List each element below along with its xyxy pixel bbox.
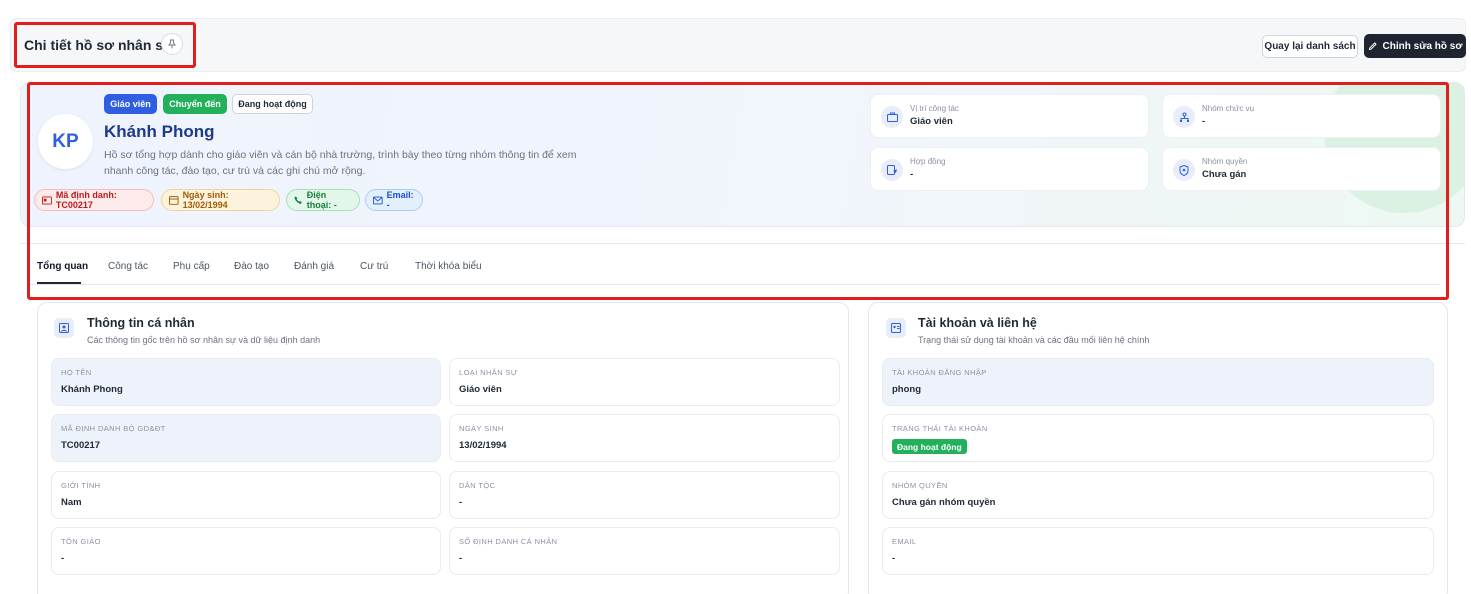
info-position-group-label: Nhóm chức vụ [1202, 104, 1255, 113]
info-contract: Hợp đồng - [870, 147, 1149, 191]
page-header [10, 18, 1466, 72]
chip-dob-label: Ngày sinh: 13/02/1994 [182, 190, 229, 210]
field-value: TC00217 [61, 440, 101, 451]
field-label: Tài khoản đăng nhập [892, 368, 987, 377]
field-label: Tôn giáo [61, 537, 101, 546]
field-label: Ngày sinh [459, 424, 504, 433]
briefcase-icon [881, 106, 903, 128]
badge-role: Giáo viên [104, 94, 157, 114]
profile-description: Hồ sơ tổng hợp dành cho giáo viên và cán… [104, 149, 577, 177]
info-permission-group-value: Chưa gán [1202, 169, 1247, 180]
pin-button[interactable] [161, 33, 183, 55]
tab-overview[interactable]: Tổng quan [37, 261, 88, 272]
personal-info-subtitle: Các thông tin gốc trên hồ sơ nhân sự và … [87, 335, 321, 345]
field-value: Chưa gán nhóm quyền [892, 497, 996, 508]
avatar: KP [38, 114, 93, 169]
chip-dob: Ngày sinh: 13/02/1994 [161, 189, 280, 211]
field-label: Mã định danh Bộ GD&ĐT [61, 424, 166, 433]
field-value: Giáo viên [459, 384, 502, 395]
field-religion: Tôn giáo - [51, 527, 441, 575]
field-value: - [459, 553, 463, 564]
tab-timetable[interactable]: Thời khóa biểu [415, 261, 482, 272]
field-gender: Giới tính Nam [51, 471, 441, 519]
field-permission-group: Nhóm quyền Chưa gán nhóm quyền [882, 471, 1434, 519]
account-status-badge: Đang hoạt động [892, 439, 967, 454]
field-label: Số định danh cá nhân [459, 537, 558, 546]
field-staff-type: Loại nhân sự Giáo viên [449, 358, 840, 406]
edit-profile-button[interactable]: Chỉnh sửa hồ sơ [1364, 34, 1466, 58]
info-position-group: Nhóm chức vụ - [1162, 94, 1441, 138]
calendar-icon [169, 196, 179, 205]
info-position: Vị trí công tác Giáo viên [870, 94, 1149, 138]
field-value: 13/02/1994 [459, 440, 507, 451]
page: Chi tiết hồ sơ nhân sự Quay lại danh sác… [0, 0, 1471, 594]
field-personal-id: Số định danh cá nhân - [449, 527, 840, 575]
info-position-group-value: - [1202, 116, 1206, 127]
id-card-icon [42, 195, 52, 205]
phone-icon [294, 196, 302, 204]
info-position-label: Vị trí công tác [910, 104, 959, 113]
pencil-icon [1368, 42, 1377, 51]
field-full-name: Họ tên Khánh Phong [51, 358, 441, 406]
tab-training[interactable]: Đào tạo [234, 261, 269, 272]
field-label: Email [892, 537, 917, 546]
field-value: phong [892, 384, 922, 395]
field-value: - [459, 497, 463, 508]
field-label: Loại nhân sự [459, 368, 518, 377]
field-label: Trạng thái tài khoản [892, 424, 988, 433]
field-account-status: Trạng thái tài khoản Đang hoạt động [882, 414, 1434, 462]
chip-phone: Điện thoại: - [286, 189, 360, 211]
field-ministry-id: Mã định danh Bộ GD&ĐT TC00217 [51, 414, 441, 462]
edit-profile-label: Chỉnh sửa hồ sơ [1382, 40, 1463, 52]
shield-icon [1173, 159, 1195, 181]
field-email: Email - [882, 527, 1434, 575]
info-permission-group: Nhóm quyền Chưa gán [1162, 147, 1441, 191]
contact-card-icon [886, 318, 906, 338]
profile-name: Khánh Phong [104, 122, 215, 141]
back-to-list-button[interactable]: Quay lại danh sách [1262, 35, 1358, 58]
info-position-value: Giáo viên [910, 116, 953, 127]
tab-evaluation[interactable]: Đánh giá [294, 261, 334, 272]
badge-status: Đang hoạt động [232, 94, 313, 114]
chip-id-label: Mã định danh: TC00217 [55, 190, 117, 210]
chip-id: Mã định danh: TC00217 [34, 189, 154, 211]
field-label: Nhóm quyền [892, 481, 948, 490]
badge-transfer: Chuyển đến [163, 94, 227, 114]
pin-icon [168, 39, 176, 49]
account-contact-subtitle: Trạng thái sử dụng tài khoản và các đầu … [918, 335, 1150, 345]
account-contact-title: Tài khoản và liên hệ [918, 316, 1037, 330]
contract-icon [881, 159, 903, 181]
page-title: Chi tiết hồ sơ nhân sự [24, 37, 174, 53]
tabs-divider [30, 284, 1440, 285]
personal-info-title: Thông tin cá nhân [87, 316, 195, 330]
info-permission-group-label: Nhóm quyền [1202, 157, 1248, 166]
field-birth-date: Ngày sinh 13/02/1994 [449, 414, 840, 462]
field-value: Nam [61, 497, 82, 508]
person-icon [54, 318, 74, 338]
chip-email-label: Email: - [386, 190, 414, 210]
chip-phone-label: Điện thoại: - [306, 190, 337, 210]
mail-icon [373, 196, 383, 204]
field-login-account: Tài khoản đăng nhập phong [882, 358, 1434, 406]
field-label: Giới tính [61, 481, 101, 490]
tab-work[interactable]: Công tác [108, 261, 148, 272]
tab-residence[interactable]: Cư trú [360, 261, 388, 272]
field-label: Dân tộc [459, 481, 496, 490]
field-value: Khánh Phong [61, 384, 123, 395]
info-contract-value: - [910, 169, 914, 180]
org-chart-icon [1173, 106, 1195, 128]
field-ethnicity: Dân tộc - [449, 471, 840, 519]
field-label: Họ tên [61, 368, 92, 377]
field-value: - [892, 553, 896, 564]
field-value: - [61, 553, 65, 564]
tab-allowance[interactable]: Phụ cấp [173, 261, 210, 272]
chip-email: Email: - [365, 189, 423, 211]
active-tab-indicator [37, 282, 81, 284]
info-contract-label: Hợp đồng [910, 157, 946, 166]
